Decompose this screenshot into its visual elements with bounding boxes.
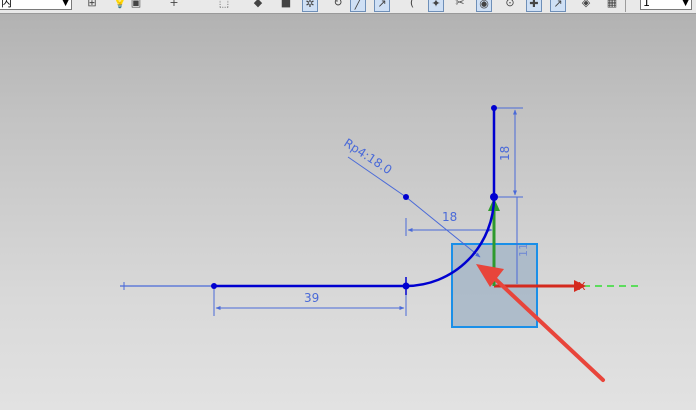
point-button[interactable]: ✚ bbox=[526, 0, 542, 12]
radius-arrow-line bbox=[405, 196, 481, 258]
sketch-application: 内 ▼ ⊞ 💡 ▣ + ⬚ ◆ ■ ✲ ↻ ╱ ↗ ( ✦ ✂ ◉ ⊙ ✚ ↗ ◈ ▦ 1 ▼ bbox=[0, 0, 696, 410]
horizontal-dimension-text[interactable]: 18 bbox=[442, 210, 457, 224]
arc-center-point[interactable] bbox=[403, 194, 409, 200]
trim-button[interactable]: ✂ bbox=[452, 0, 468, 12]
bottom-dimension-text[interactable]: 39 bbox=[304, 291, 319, 305]
sketch-point[interactable] bbox=[402, 282, 410, 290]
table-button[interactable]: ▦ bbox=[604, 0, 620, 12]
solid-cube-button[interactable]: ■ bbox=[278, 0, 294, 12]
vertical-dimension-text[interactable]: 18 bbox=[498, 146, 512, 161]
select-box-button[interactable]: ⬚ bbox=[216, 0, 232, 12]
chevron-down-icon: ▼ bbox=[682, 0, 689, 8]
shade-button[interactable]: ◆ bbox=[250, 0, 266, 12]
snap-off-button[interactable]: ⊞ bbox=[84, 0, 100, 12]
toolbar: 内 ▼ ⊞ 💡 ▣ + ⬚ ◆ ■ ✲ ↻ ╱ ↗ ( ✦ ✂ ◉ ⊙ ✚ ↗ ◈ ▦ 1 ▼ bbox=[0, 0, 696, 14]
rotate-button[interactable]: ↻ bbox=[330, 0, 346, 12]
quick-extend-button[interactable]: ↗ bbox=[550, 0, 566, 12]
arc-button[interactable]: ( bbox=[404, 0, 420, 12]
x-axis-label: X bbox=[578, 280, 586, 293]
sketch-point[interactable] bbox=[490, 193, 498, 201]
light-button[interactable]: 💡 bbox=[112, 0, 128, 12]
line-point-button[interactable]: ↗ bbox=[374, 0, 390, 12]
grid-button[interactable]: + bbox=[166, 0, 182, 12]
line-button[interactable]: ╱ bbox=[350, 0, 366, 12]
display-filter-button[interactable]: ✲ bbox=[302, 0, 318, 12]
layer-dropdown[interactable]: 1 ▼ bbox=[640, 0, 692, 10]
circle-center-button[interactable]: ⊙ bbox=[502, 0, 518, 12]
selection-filter-value: 内 bbox=[1, 0, 12, 9]
sketch-geometry[interactable] bbox=[120, 105, 498, 295]
chevron-down-icon: ▼ bbox=[62, 0, 69, 8]
layer-value: 1 bbox=[643, 0, 650, 9]
selection-filter-dropdown[interactable]: 内 ▼ bbox=[0, 0, 72, 10]
sketch-point[interactable] bbox=[491, 105, 497, 111]
view-button[interactable]: ◈ bbox=[578, 0, 594, 12]
circle-button[interactable]: ◉ bbox=[476, 0, 492, 12]
right-dimension-text[interactable]: 11 bbox=[517, 243, 530, 257]
sketch-point[interactable] bbox=[211, 283, 217, 289]
graphics-canvas[interactable]: Rp4:18.0 18 18 39 11 X bbox=[0, 14, 696, 410]
constraint-button[interactable]: ▣ bbox=[128, 0, 144, 12]
toolbar-separator bbox=[625, 0, 626, 12]
profile-button[interactable]: ✦ bbox=[428, 0, 444, 12]
